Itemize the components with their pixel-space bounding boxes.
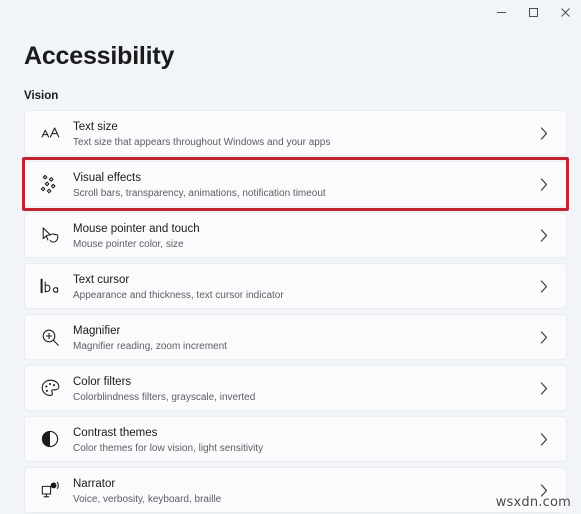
settings-row-text: Color filters Colorblindness filters, gr…: [65, 372, 536, 405]
list-item-wrap: Text cursor Appearance and thickness, te…: [24, 263, 567, 309]
settings-row-mouse-pointer-and-touch[interactable]: Mouse pointer and touch Mouse pointer co…: [24, 212, 567, 258]
minimize-button[interactable]: [485, 0, 517, 24]
text-size-icon: [35, 125, 65, 141]
settings-row-subtitle: Magnifier reading, zoom increment: [73, 340, 227, 352]
list-item-wrap: Contrast themes Color themes for low vis…: [24, 416, 567, 462]
settings-row-text: Narrator Voice, verbosity, keyboard, bra…: [65, 474, 536, 507]
chevron-right-icon[interactable]: [536, 126, 552, 140]
list-item-wrap: Visual effects Scroll bars, transparency…: [22, 157, 569, 211]
list-item-wrap: Mouse pointer and touch Mouse pointer co…: [24, 212, 567, 258]
list-item-wrap: Text size Text size that appears through…: [24, 110, 567, 156]
chevron-right-icon[interactable]: [536, 432, 552, 446]
settings-row-subtitle: Colorblindness filters, grayscale, inver…: [73, 391, 256, 403]
contrast-themes-icon: [35, 430, 65, 448]
settings-row-magnifier[interactable]: Magnifier Magnifier reading, zoom increm…: [24, 314, 567, 360]
settings-row-subtitle: Text size that appears throughout Window…: [73, 136, 331, 148]
settings-row-subtitle: Appearance and thickness, text cursor in…: [73, 289, 284, 301]
chevron-right-icon[interactable]: [536, 279, 552, 293]
window-titlebar: [0, 0, 581, 24]
color-filters-palette-icon: [35, 379, 65, 397]
settings-row-text: Contrast themes Color themes for low vis…: [65, 423, 536, 456]
settings-row-subtitle: Scroll bars, transparency, animations, n…: [73, 187, 326, 199]
settings-row-title: Text size: [73, 120, 118, 133]
settings-row-title: Visual effects: [73, 171, 141, 184]
settings-row-title: Magnifier: [73, 324, 121, 337]
maximize-button[interactable]: [517, 0, 549, 24]
settings-row-text: Magnifier Magnifier reading, zoom increm…: [65, 321, 536, 354]
settings-row-contrast-themes[interactable]: Contrast themes Color themes for low vis…: [24, 416, 567, 462]
settings-list: Text size Text size that appears through…: [22, 110, 569, 513]
chevron-right-icon[interactable]: [536, 228, 552, 242]
settings-row-title: Contrast themes: [73, 426, 158, 439]
settings-row-text: Text size Text size that appears through…: [65, 117, 536, 150]
settings-row-text-cursor[interactable]: Text cursor Appearance and thickness, te…: [24, 263, 567, 309]
settings-row-title: Color filters: [73, 375, 132, 388]
settings-row-subtitle: Color themes for low vision, light sensi…: [73, 442, 264, 454]
list-item-wrap: Narrator Voice, verbosity, keyboard, bra…: [24, 467, 567, 513]
watermark: wsxdn.com: [495, 495, 571, 510]
visual-effects-sparkle-icon: [35, 174, 65, 194]
page-title: Accessibility: [24, 42, 175, 70]
close-button[interactable]: [549, 0, 581, 24]
page-content: Accessibility Vision Text size Text size…: [0, 44, 581, 513]
settings-row-title: Mouse pointer and touch: [73, 222, 200, 235]
text-cursor-icon: [35, 278, 65, 294]
settings-row-text-size[interactable]: Text size Text size that appears through…: [24, 110, 567, 156]
settings-row-color-filters[interactable]: Color filters Colorblindness filters, gr…: [24, 365, 567, 411]
settings-row-visual-effects[interactable]: Visual effects Scroll bars, transparency…: [24, 161, 567, 207]
settings-row-narrator[interactable]: Narrator Voice, verbosity, keyboard, bra…: [24, 467, 567, 513]
list-item-wrap: Magnifier Magnifier reading, zoom increm…: [24, 314, 567, 360]
settings-row-text: Visual effects Scroll bars, transparency…: [65, 168, 536, 201]
settings-row-title: Narrator: [73, 477, 116, 490]
chevron-right-icon[interactable]: [536, 177, 552, 191]
list-item-wrap: Color filters Colorblindness filters, gr…: [24, 365, 567, 411]
narrator-icon: [35, 481, 65, 500]
magnifier-icon: [35, 328, 65, 347]
mouse-pointer-icon: [35, 226, 65, 245]
settings-row-text: Mouse pointer and touch Mouse pointer co…: [65, 219, 536, 252]
settings-row-text: Text cursor Appearance and thickness, te…: [65, 270, 536, 303]
section-header-vision: Vision: [24, 90, 59, 102]
settings-row-subtitle: Mouse pointer color, size: [73, 238, 184, 250]
chevron-right-icon[interactable]: [536, 381, 552, 395]
settings-row-subtitle: Voice, verbosity, keyboard, braille: [73, 493, 222, 505]
settings-row-title: Text cursor: [73, 273, 130, 286]
chevron-right-icon[interactable]: [536, 330, 552, 344]
